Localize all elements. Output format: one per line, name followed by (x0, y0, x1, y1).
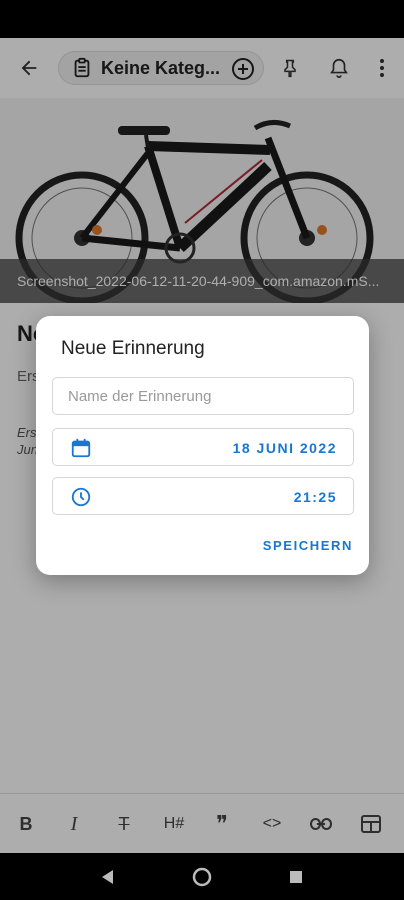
status-bar (0, 0, 404, 38)
date-picker-field[interactable]: 18 JUNI 2022 (52, 428, 354, 466)
date-value: 18 JUNI 2022 (232, 440, 337, 456)
system-nav-bar (0, 853, 404, 900)
reminder-name-field[interactable] (52, 377, 354, 415)
reminder-name-input[interactable] (53, 378, 353, 414)
clock-icon (70, 486, 92, 508)
note-editor-screen: Keine Kateg... Screenshot_2022-06-12-11-… (0, 38, 404, 853)
nav-recents-icon[interactable] (285, 866, 307, 888)
dialog-title: Neue Erinnerung (61, 338, 205, 359)
calendar-icon (70, 437, 92, 459)
time-picker-field[interactable]: 21:25 (52, 477, 354, 515)
nav-back-icon[interactable] (97, 866, 119, 888)
save-button[interactable]: SPEICHERN (263, 538, 353, 553)
nav-home-icon[interactable] (191, 866, 213, 888)
time-value: 21:25 (293, 489, 337, 505)
reminder-dialog: Neue Erinnerung 18 JUNI 2022 21:25 SPEIC… (36, 316, 369, 575)
